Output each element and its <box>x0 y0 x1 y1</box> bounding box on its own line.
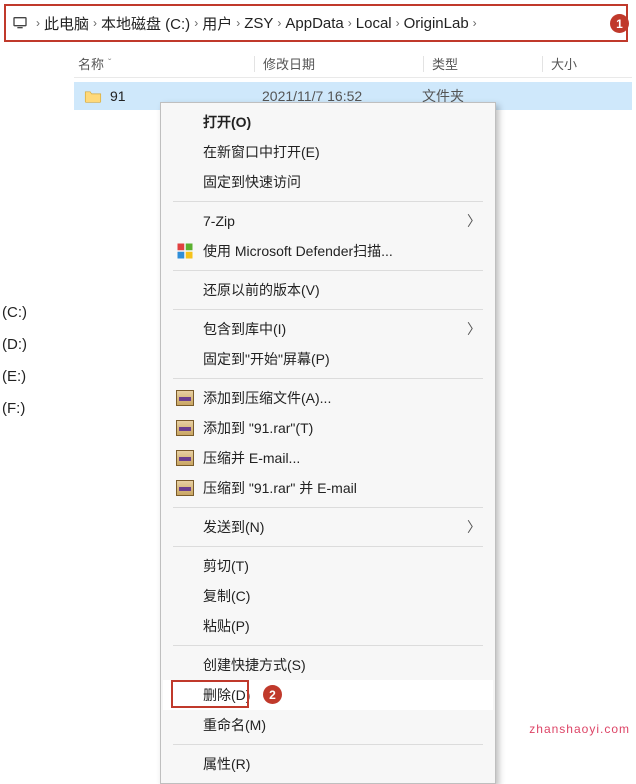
menu-paste[interactable]: 粘贴(P) <box>163 611 493 641</box>
menu-label: 使用 Microsoft Defender扫描... <box>203 241 481 261</box>
winrar-icon <box>176 450 194 466</box>
chevron-right-icon: › <box>396 16 400 30</box>
menu-label: 添加到 "91.rar"(T) <box>203 418 481 438</box>
menu-label: 粘贴(P) <box>203 616 481 636</box>
chevron-right-icon: › <box>194 16 198 30</box>
drive-item[interactable]: (D:) <box>0 328 58 360</box>
menu-label: 添加到压缩文件(A)... <box>203 388 481 408</box>
breadcrumb-item[interactable]: 本地磁盘 (C:) <box>101 13 190 34</box>
chevron-right-icon: 〉 <box>467 211 481 231</box>
annotation-callout-1: 1 <box>610 14 629 33</box>
drive-item[interactable]: (F:) <box>0 392 58 424</box>
winrar-icon <box>176 420 194 436</box>
menu-label: 还原以前的版本(V) <box>203 280 481 300</box>
column-separator <box>423 56 424 72</box>
menu-7zip[interactable]: 7-Zip〉 <box>163 206 493 236</box>
menu-separator <box>173 645 483 646</box>
menu-separator <box>173 744 483 745</box>
menu-label: 包含到库中(I) <box>203 319 467 339</box>
winrar-icon <box>176 390 194 406</box>
chevron-right-icon: 〉 <box>467 319 481 339</box>
menu-label: 剪切(T) <box>203 556 481 576</box>
menu-properties[interactable]: 属性(R) <box>163 749 493 779</box>
menu-label: 重命名(M) <box>203 715 481 735</box>
menu-rar-email-91[interactable]: 压缩到 "91.rar" 并 E-mail <box>163 473 493 503</box>
menu-label: 打开(O) <box>203 112 481 132</box>
menu-label: 固定到"开始"屏幕(P) <box>203 349 481 369</box>
menu-open[interactable]: 打开(O) <box>163 107 493 137</box>
column-separator <box>542 56 543 72</box>
menu-send-to[interactable]: 发送到(N)〉 <box>163 512 493 542</box>
menu-label: 压缩并 E-mail... <box>203 448 481 468</box>
column-name-label: 名称 <box>78 54 104 73</box>
chevron-right-icon: › <box>277 16 281 30</box>
menu-rar-add-91[interactable]: 添加到 "91.rar"(T) <box>163 413 493 443</box>
menu-pin-start[interactable]: 固定到"开始"屏幕(P) <box>163 344 493 374</box>
breadcrumb-item[interactable]: ZSY <box>244 15 273 32</box>
menu-separator <box>173 201 483 202</box>
menu-include-library[interactable]: 包含到库中(I)〉 <box>163 314 493 344</box>
context-menu: 打开(O) 在新窗口中打开(E) 固定到快速访问 7-Zip〉 使用 Micro… <box>160 102 496 784</box>
menu-separator <box>173 378 483 379</box>
menu-separator <box>173 309 483 310</box>
drive-item[interactable]: (E:) <box>0 360 58 392</box>
menu-label: 删除(D) <box>203 685 481 705</box>
menu-restore-previous[interactable]: 还原以前的版本(V) <box>163 275 493 305</box>
menu-pin-quick-access[interactable]: 固定到快速访问 <box>163 167 493 197</box>
breadcrumb-item[interactable]: AppData <box>285 15 343 32</box>
drive-item[interactable]: (C:) <box>0 296 58 328</box>
chevron-right-icon: › <box>348 16 352 30</box>
menu-rename[interactable]: 重命名(M) <box>163 710 493 740</box>
menu-open-new-window[interactable]: 在新窗口中打开(E) <box>163 137 493 167</box>
menu-label: 创建快捷方式(S) <box>203 655 481 675</box>
chevron-right-icon: › <box>93 16 97 30</box>
monitor-icon <box>12 15 28 31</box>
menu-rar-add[interactable]: 添加到压缩文件(A)... <box>163 383 493 413</box>
menu-label: 属性(R) <box>203 754 481 774</box>
menu-label: 固定到快速访问 <box>203 172 481 192</box>
annotation-callout-2: 2 <box>263 685 282 704</box>
breadcrumb-item[interactable]: OriginLab <box>404 15 469 32</box>
menu-label: 发送到(N) <box>203 517 467 537</box>
chevron-right-icon: 〉 <box>467 517 481 537</box>
chevron-right-icon: › <box>473 16 477 30</box>
shield-icon <box>176 242 194 260</box>
menu-label: 压缩到 "91.rar" 并 E-mail <box>203 478 481 498</box>
column-headers: 名称 ˇ 修改日期 类型 大小 <box>74 50 632 78</box>
menu-delete[interactable]: 删除(D) 2 <box>163 680 493 710</box>
menu-rar-email[interactable]: 压缩并 E-mail... <box>163 443 493 473</box>
breadcrumb-item[interactable]: 此电脑 <box>44 13 89 34</box>
sort-caret-icon: ˇ <box>108 58 111 69</box>
callout-number: 2 <box>269 688 276 702</box>
menu-separator <box>173 270 483 271</box>
menu-label: 复制(C) <box>203 586 481 606</box>
column-date[interactable]: 修改日期 <box>263 54 423 73</box>
column-separator <box>254 56 255 72</box>
column-size[interactable]: 大小 <box>551 54 631 73</box>
callout-number: 1 <box>616 17 623 31</box>
drive-list: (C:) (D:) (E:) (F:) <box>0 296 58 424</box>
menu-separator <box>173 507 483 508</box>
menu-label: 在新窗口中打开(E) <box>203 142 481 162</box>
menu-cut[interactable]: 剪切(T) <box>163 551 493 581</box>
menu-defender-scan[interactable]: 使用 Microsoft Defender扫描... <box>163 236 493 266</box>
breadcrumb-item[interactable]: Local <box>356 15 392 32</box>
column-type[interactable]: 类型 <box>432 54 542 73</box>
menu-label: 7-Zip <box>203 213 467 229</box>
winrar-icon <box>176 480 194 496</box>
menu-create-shortcut[interactable]: 创建快捷方式(S) <box>163 650 493 680</box>
folder-icon <box>84 89 102 103</box>
chevron-right-icon: › <box>236 16 240 30</box>
column-name[interactable]: 名称 ˇ <box>74 54 254 73</box>
menu-copy[interactable]: 复制(C) <box>163 581 493 611</box>
watermark-text: zhanshaoyi.com <box>529 722 630 736</box>
menu-separator <box>173 546 483 547</box>
chevron-right-icon: › <box>36 16 40 30</box>
address-bar[interactable]: › 此电脑 › 本地磁盘 (C:) › 用户 › ZSY › AppData ›… <box>4 4 628 42</box>
breadcrumb-item[interactable]: 用户 <box>202 13 232 34</box>
